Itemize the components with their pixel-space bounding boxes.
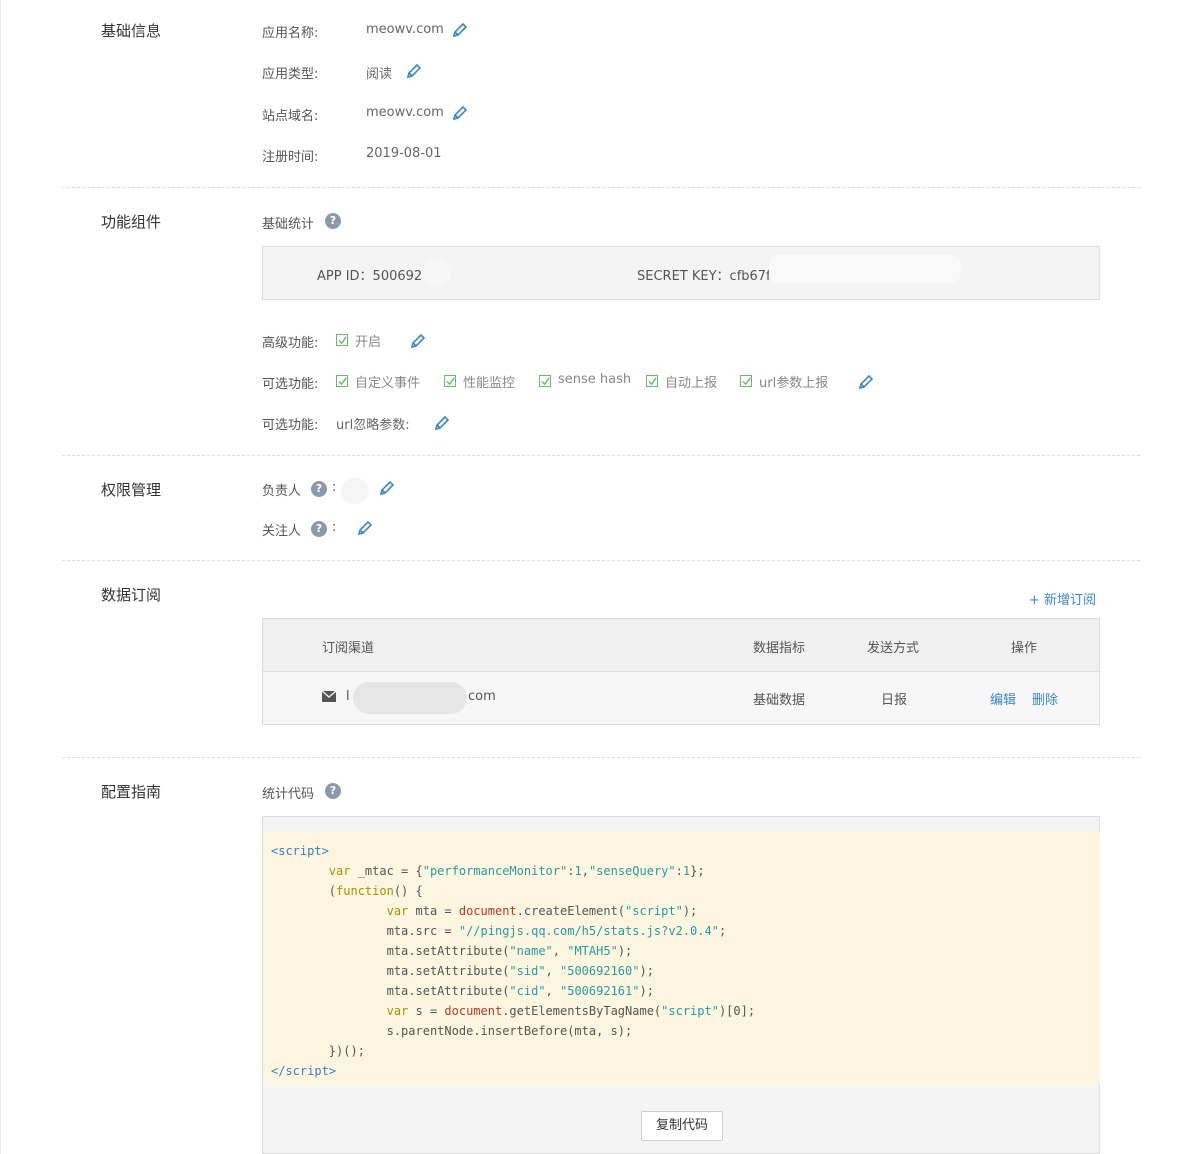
help-icon[interactable]: ?	[311, 481, 327, 497]
divider	[62, 455, 1140, 456]
section-title-components: 功能组件	[101, 213, 162, 231]
checkbox-advanced[interactable]	[336, 334, 348, 346]
basic-stats-label: 基础统计	[262, 217, 315, 232]
section-title-basic: 基础信息	[101, 22, 162, 40]
option-sense-hash: sense hash	[558, 372, 632, 387]
masked-channel	[353, 682, 467, 714]
domain-value: meowv.com	[366, 105, 444, 120]
add-subscription-link[interactable]: + 新增订阅	[1029, 589, 1096, 608]
col-channel: 订阅渠道	[322, 641, 375, 656]
edit-subscription-link[interactable]: 编辑	[990, 689, 1016, 708]
checkbox-custom-event[interactable]	[336, 375, 348, 387]
table-row: l com 基础数据 日报 编辑 删除	[263, 672, 1099, 724]
reg-date-label: 注册时间:	[262, 150, 319, 165]
advanced-option-label: 开启	[355, 335, 382, 350]
option-performance: 性能监控	[463, 376, 516, 391]
app-type-label: 应用类型:	[262, 67, 319, 82]
follower-colon: :	[332, 520, 337, 535]
row-method: 日报	[881, 693, 908, 708]
edit-follower-icon[interactable]	[357, 520, 373, 536]
section-title-config: 配置指南	[101, 783, 162, 801]
checkbox-sense-hash[interactable]	[539, 375, 551, 387]
code-container: <script> var _mtac = {"performanceMonito…	[262, 816, 1100, 1154]
help-icon[interactable]: ?	[325, 783, 341, 799]
col-metric: 数据指标	[753, 641, 806, 656]
col-actions: 操作	[1011, 641, 1038, 656]
secret-key-text: SECRET KEY：cfb67f	[637, 269, 771, 284]
ignore-value: url忽略参数:	[336, 418, 410, 433]
mail-icon	[321, 690, 337, 706]
owner-label: 负责人	[262, 484, 302, 499]
divider	[62, 560, 1140, 561]
masked-secret-key	[769, 255, 961, 283]
copy-code-button[interactable]: 复制代码	[641, 1111, 723, 1141]
help-icon[interactable]: ?	[325, 213, 341, 229]
checkbox-auto-report[interactable]	[646, 375, 658, 387]
edit-ignore-icon[interactable]	[434, 415, 450, 431]
edit-advanced-icon[interactable]	[410, 333, 426, 349]
masked-app-id	[423, 259, 451, 287]
channel-prefix: l	[346, 689, 350, 704]
option-url-param: url参数上报	[759, 376, 829, 391]
tracking-code-block[interactable]: <script> var _mtac = {"performanceMonito…	[264, 831, 1100, 1085]
reg-date-value: 2019-08-01	[366, 146, 442, 161]
checkbox-url-param[interactable]	[740, 375, 752, 387]
section-title-subscription: 数据订阅	[101, 586, 162, 604]
advanced-label: 高级功能:	[262, 336, 319, 351]
edit-owner-icon[interactable]	[379, 480, 395, 496]
app-name-label: 应用名称:	[262, 26, 319, 41]
optional-label: 可选功能:	[262, 377, 319, 392]
owner-colon: :	[332, 480, 337, 495]
col-method: 发送方式	[867, 641, 920, 656]
option-custom-event: 自定义事件	[355, 376, 421, 391]
app-keys-box: APP ID：500692 SECRET KEY：cfb67f	[262, 246, 1100, 300]
edit-domain-icon[interactable]	[452, 105, 468, 121]
divider	[62, 757, 1140, 758]
edit-optional-icon[interactable]	[858, 374, 874, 390]
app-id-text: APP ID：500692	[317, 269, 423, 284]
edit-app-name-icon[interactable]	[452, 22, 468, 38]
section-title-permissions: 权限管理	[101, 481, 162, 499]
app-type-value: 阅读	[366, 67, 393, 82]
follower-label: 关注人	[262, 524, 302, 539]
row-metric: 基础数据	[753, 693, 806, 708]
table-header: 订阅渠道 数据指标 发送方式 操作	[263, 619, 1099, 672]
edit-app-type-icon[interactable]	[406, 63, 422, 79]
delete-subscription-link[interactable]: 删除	[1032, 689, 1058, 708]
channel-suffix: com	[468, 689, 496, 704]
help-icon[interactable]: ?	[311, 521, 327, 537]
divider	[62, 187, 1140, 188]
stats-code-label: 统计代码	[262, 787, 315, 802]
checkbox-performance[interactable]	[444, 375, 456, 387]
subscription-table: 订阅渠道 数据指标 发送方式 操作 l com 基础数据 日报 编辑 删除	[262, 618, 1100, 725]
masked-owner	[341, 478, 369, 504]
ignore-label: 可选功能:	[262, 418, 319, 433]
domain-label: 站点域名:	[262, 109, 319, 124]
option-auto-report: 自动上报	[665, 376, 718, 391]
app-name-value: meowv.com	[366, 22, 444, 37]
